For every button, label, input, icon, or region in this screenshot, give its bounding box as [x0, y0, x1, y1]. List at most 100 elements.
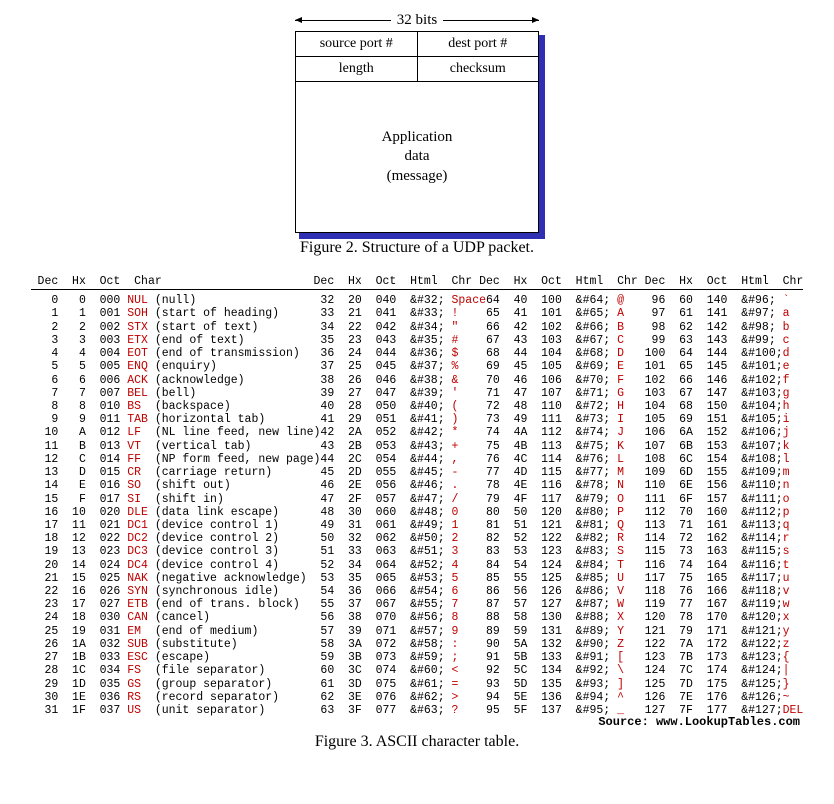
hdr-oct: Oct	[700, 275, 734, 288]
cell-dec: 119	[638, 598, 672, 611]
cell-mnemonic: CR	[127, 466, 155, 479]
ascii-row: 3422042 &#34;"	[307, 321, 473, 334]
cell-oct: 050	[369, 400, 403, 413]
cell-desc: (start of text)	[155, 321, 307, 334]
ascii-row: 11001SOH (start of heading)	[31, 307, 307, 320]
cell-mnemonic: GS	[127, 678, 155, 691]
cell-hx: 43	[507, 334, 535, 347]
cell-chr: )	[452, 413, 473, 426]
cell-hx: 76	[672, 585, 700, 598]
cell-hx: 64	[672, 347, 700, 360]
cell-hx: 58	[507, 611, 535, 624]
cell-dec: 62	[307, 691, 341, 704]
cell-oct: 104	[534, 347, 568, 360]
cell-chr: 5	[452, 572, 473, 585]
cell-chr: t	[783, 559, 804, 572]
cell-html: &#78;	[569, 479, 617, 492]
ascii-row: 915B133 &#91;[	[472, 651, 638, 664]
cell-html: &#65;	[569, 307, 617, 320]
hdr-char: Char	[127, 275, 300, 288]
cell-chr: k	[783, 440, 804, 453]
cell-html: &#99;	[734, 334, 782, 347]
cell-hx: 6	[65, 374, 93, 387]
ascii-row: 301E036RS (record separator)	[31, 691, 307, 704]
cell-desc: (acknowledge)	[155, 374, 307, 387]
cell-chr: M	[617, 466, 638, 479]
ascii-col-0: DecHxOct Char00000NUL (null)11001SOH (st…	[31, 275, 307, 717]
ascii-row: 583A072 &#58;:	[307, 638, 473, 651]
cell-oct: 113	[534, 440, 568, 453]
cell-html: &#62;	[403, 691, 451, 704]
cell-oct: 137	[534, 704, 568, 717]
ascii-row: 5032062 &#50;2	[307, 532, 473, 545]
cell-hx: 41	[507, 307, 535, 320]
cell-oct: 152	[700, 426, 734, 439]
cell-chr: \	[617, 664, 638, 677]
cell-hx: 2A	[341, 426, 369, 439]
cell-html: &#42;	[403, 426, 451, 439]
cell-oct: 135	[534, 678, 568, 691]
cell-oct: 036	[93, 691, 127, 704]
ascii-row: 66006ACK (acknowledge)	[31, 374, 307, 387]
cell-html: &#119;	[734, 598, 782, 611]
cell-chr: d	[783, 347, 804, 360]
cell-mnemonic: DC3	[127, 545, 155, 558]
cell-dec: 70	[472, 374, 506, 387]
ascii-row: 2519031EM (end of medium)	[31, 625, 307, 638]
cell-dec: 6	[31, 374, 65, 387]
ascii-row: 2115025NAK (negative acknowledge)	[31, 572, 307, 585]
cell-html: &#73;	[569, 413, 617, 426]
cell-chr: P	[617, 506, 638, 519]
cell-oct: 031	[93, 625, 127, 638]
cell-mnemonic: ETX	[127, 334, 155, 347]
ascii-row: 1913023DC3 (device control 3)	[31, 545, 307, 558]
cell-hx: D	[65, 466, 93, 479]
ascii-row: 10266146 &#102;f	[638, 374, 804, 387]
cell-html: &#55;	[403, 598, 451, 611]
ascii-row: 8050120 &#80;P	[472, 506, 638, 519]
cell-html: &#121;	[734, 625, 782, 638]
cell-chr: w	[783, 598, 804, 611]
cell-dec: 121	[638, 625, 672, 638]
cell-oct: 146	[700, 374, 734, 387]
cell-html: &#40;	[403, 400, 451, 413]
cell-oct: 016	[93, 479, 127, 492]
cell-oct: 170	[700, 611, 734, 624]
ascii-row: 1237B173 &#123;{	[638, 651, 804, 664]
ascii-row: 1066A152 &#106;j	[638, 426, 804, 439]
udp-source-port: source port #	[296, 32, 417, 56]
cell-html: &#43;	[403, 440, 451, 453]
cell-mnemonic: ESC	[127, 651, 155, 664]
cell-dec: 39	[307, 387, 341, 400]
ascii-row: 1812022DC2 (device control 2)	[31, 532, 307, 545]
cell-dec: 16	[31, 506, 65, 519]
cell-chr: ~	[783, 691, 804, 704]
cell-chr: ]	[617, 678, 638, 691]
cell-dec: 51	[307, 545, 341, 558]
cell-mnemonic: VT	[127, 440, 155, 453]
cell-dec: 90	[472, 638, 506, 651]
cell-oct: 020	[93, 506, 127, 519]
cell-html: &#92;	[569, 664, 617, 677]
cell-hx: 59	[507, 625, 535, 638]
cell-dec: 3	[31, 334, 65, 347]
cell-dec: 54	[307, 585, 341, 598]
ascii-col-3: DecHxOct HtmlChr9660140 &#96;`9761141 &#…	[638, 275, 804, 717]
cell-html: &#90;	[569, 638, 617, 651]
cell-chr: <	[452, 664, 473, 677]
cell-hx: 70	[672, 506, 700, 519]
cell-dec: 87	[472, 598, 506, 611]
cell-dec: 73	[472, 413, 506, 426]
source-credit: Source: www.LookupTables.com	[16, 715, 818, 729]
cell-oct: 015	[93, 466, 127, 479]
cell-chr: @	[617, 294, 638, 307]
ascii-row: 88010BS (backspace)	[31, 400, 307, 413]
cell-oct: 176	[700, 691, 734, 704]
cell-chr: N	[617, 479, 638, 492]
cell-dec: 101	[638, 360, 672, 373]
cell-html: &#71;	[569, 387, 617, 400]
cell-oct: 103	[534, 334, 568, 347]
cell-chr: !	[452, 307, 473, 320]
cell-mnemonic: EOT	[127, 347, 155, 360]
cell-desc: (synchronous idle)	[155, 585, 307, 598]
